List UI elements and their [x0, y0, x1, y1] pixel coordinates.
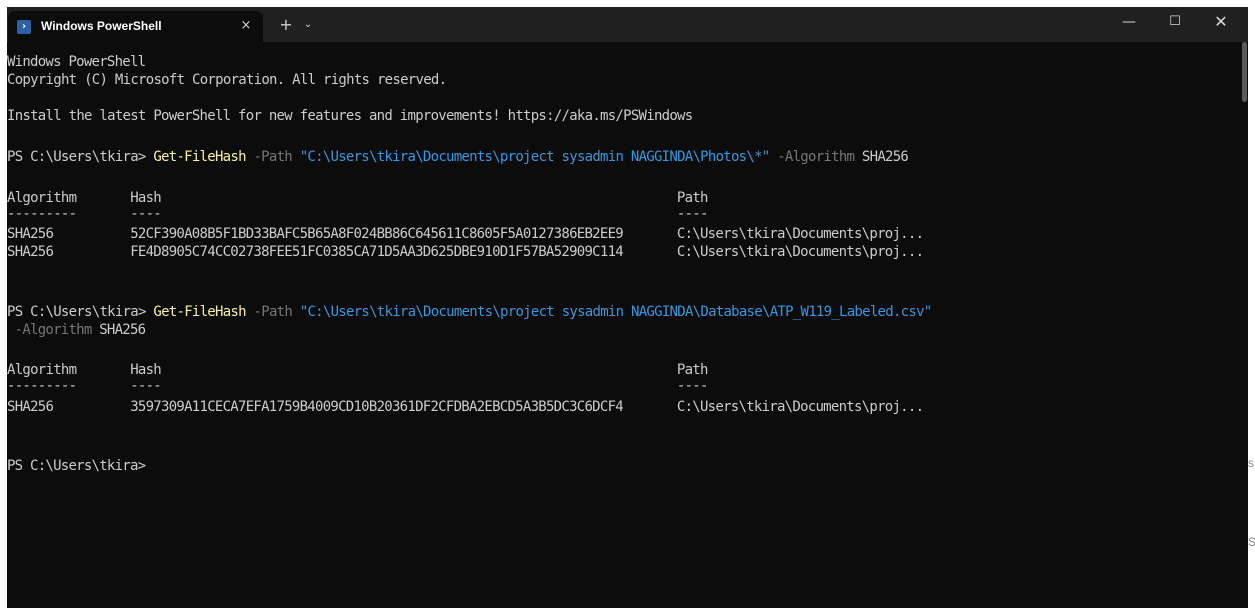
scrollbar[interactable]: [1241, 42, 1248, 608]
command-line-1: PS C:\Users\tkira> Get-FileHash -Path "C…: [7, 147, 909, 167]
param-algorithm: -Algorithm: [769, 149, 862, 165]
command-line-2: PS C:\Users\tkira> Get-FileHash -Path "C…: [7, 302, 932, 322]
powershell-icon: ›: [17, 20, 31, 34]
algorithm-value: SHA256: [861, 149, 909, 165]
final-prompt: PS C:\Users\tkira>: [7, 458, 146, 474]
cmdlet: Get-FileHash: [153, 149, 246, 165]
install-message: Install the latest PowerShell for new fe…: [7, 108, 693, 124]
scrollbar-thumb[interactable]: [1242, 42, 1247, 102]
chevron-down-icon[interactable]: ⌄: [300, 16, 316, 34]
edge-letter: S: [1248, 535, 1255, 549]
param-path: -Path: [245, 304, 300, 320]
new-tab-icon[interactable]: +: [277, 16, 295, 34]
path-string: "C:\Users\tkira\Documents\project sysadm…: [299, 304, 932, 320]
minimize-icon[interactable]: —: [1106, 7, 1152, 39]
prompt: PS C:\Users\tkira>: [7, 149, 154, 165]
algorithm-value: SHA256: [99, 322, 146, 338]
table-divider: --------- ---- ----: [7, 378, 708, 394]
edge-letter: s: [1248, 456, 1254, 470]
maximize-icon[interactable]: ☐: [1152, 7, 1198, 39]
param-path: -Path: [245, 149, 300, 165]
cmdlet: Get-FileHash: [153, 304, 246, 320]
table-row: SHA256 FE4D8905C74CC02738FEE51FC0385CA71…: [7, 244, 924, 260]
tab-windows-powershell[interactable]: › Windows PowerShell ×: [8, 11, 263, 42]
table-row: SHA256 3597309A11CECA7EFA1759B4009CD10B2…: [7, 399, 924, 415]
close-icon[interactable]: ✕: [1198, 7, 1244, 39]
table-divider: --------- ---- ----: [7, 206, 708, 222]
terminal-window: › Windows PowerShell × + ⌄ — ☐ ✕ Windows…: [7, 7, 1248, 608]
prompt: PS C:\Users\tkira>: [7, 304, 154, 320]
path-string: "C:\Users\tkira\Documents\project sysadm…: [299, 149, 771, 165]
table-row: SHA256 52CF390A08B5F1BD33BAFC5B65A8F024B…: [7, 226, 924, 242]
terminal-output[interactable]: Windows PowerShell Copyright (C) Microso…: [7, 42, 1248, 608]
command-line-2-wrap: -Algorithm SHA256: [7, 320, 146, 340]
banner-line-2: Copyright (C) Microsoft Corporation. All…: [7, 72, 447, 88]
title-bar: › Windows PowerShell × + ⌄ — ☐ ✕: [7, 7, 1248, 42]
banner-line-1: Windows PowerShell: [7, 54, 146, 70]
tab-title: Windows PowerShell: [41, 19, 162, 33]
param-algorithm: -Algorithm: [7, 322, 100, 338]
close-tab-icon[interactable]: ×: [236, 16, 256, 36]
